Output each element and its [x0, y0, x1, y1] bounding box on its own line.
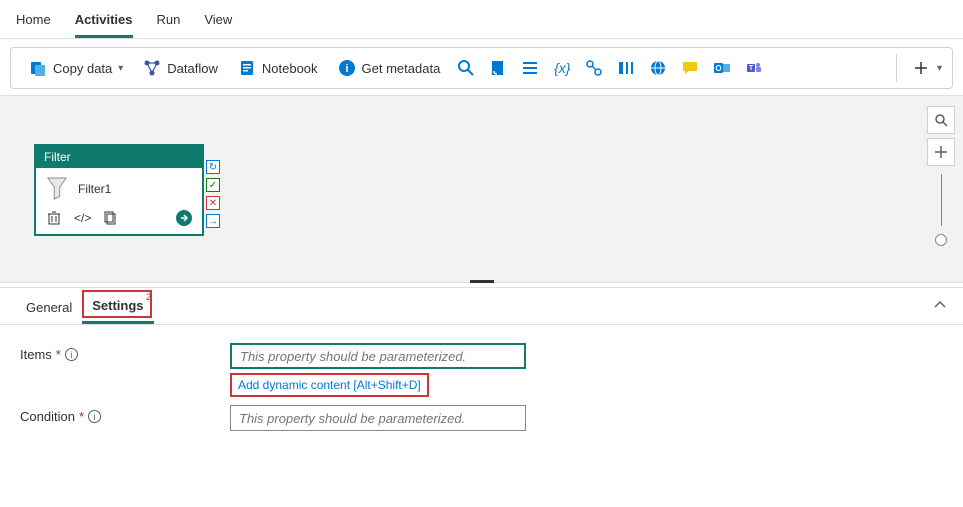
- link-nodes-icon: [585, 59, 603, 77]
- copy-data-icon: [29, 59, 47, 77]
- get-metadata-button[interactable]: i Get metadata: [330, 55, 449, 81]
- funnel-icon: [46, 176, 68, 202]
- activities-toolbar: Copy data ▾ Dataflow Notebook i Get meta…: [10, 47, 953, 89]
- outlook-icon: O: [713, 59, 731, 77]
- condition-input[interactable]: [230, 405, 526, 431]
- required-marker: *: [79, 409, 84, 424]
- outlook-icon-button[interactable]: O: [708, 54, 736, 82]
- search-icon: [457, 59, 475, 77]
- zoom-slider-handle[interactable]: [935, 234, 947, 246]
- properties-tab-bar: General Settings 2: [0, 288, 963, 325]
- port-failure[interactable]: ✕: [206, 196, 220, 210]
- zoom-slider-track: [941, 174, 942, 226]
- chevron-down-icon: ▾: [118, 63, 123, 74]
- run-node-button[interactable]: [176, 210, 192, 226]
- filter-activity-node[interactable]: Filter Filter1 </> ↻ ✓ ✕: [34, 144, 204, 236]
- teams-icon: T: [745, 59, 763, 77]
- list-icon-button[interactable]: [516, 54, 544, 82]
- search-icon: [934, 113, 948, 127]
- items-input[interactable]: [230, 343, 526, 369]
- port-skip[interactable]: →: [206, 214, 220, 228]
- condition-info-button[interactable]: i: [88, 410, 101, 423]
- node-name-label: Filter1: [78, 182, 111, 196]
- copy-data-button[interactable]: Copy data ▾: [21, 55, 131, 81]
- tab-run[interactable]: Run: [157, 6, 181, 38]
- copy-button[interactable]: [102, 210, 118, 226]
- script-icon: [489, 59, 507, 77]
- chat-icon: [681, 59, 699, 77]
- canvas-tools: [927, 106, 955, 246]
- condition-label: Condition: [20, 409, 75, 424]
- port-pending[interactable]: ↻: [206, 160, 220, 174]
- plus-icon: [913, 60, 929, 76]
- link-icon-button[interactable]: [580, 54, 608, 82]
- script-icon-button[interactable]: [484, 54, 512, 82]
- dataflow-icon: [143, 59, 161, 77]
- align-icon-button[interactable]: [612, 54, 640, 82]
- tab-activities[interactable]: Activities: [75, 6, 133, 38]
- notebook-label: Notebook: [262, 61, 318, 76]
- required-marker: *: [56, 347, 61, 362]
- notebook-icon: [238, 59, 256, 77]
- svg-text:i: i: [345, 63, 348, 75]
- variable-icon: {x}: [554, 60, 570, 76]
- notebook-button[interactable]: Notebook: [230, 55, 326, 81]
- tab-settings[interactable]: Settings: [82, 288, 153, 324]
- delete-button[interactable]: [46, 210, 62, 226]
- add-dynamic-content-link[interactable]: Add dynamic content [Alt+Shift+D]: [230, 373, 429, 397]
- align-icon: [617, 59, 635, 77]
- canvas-search-button[interactable]: [927, 106, 955, 134]
- dataflow-label: Dataflow: [167, 61, 218, 76]
- top-tab-bar: Home Activities Run View: [0, 0, 963, 39]
- settings-badge: 2: [146, 292, 151, 302]
- dataflow-button[interactable]: Dataflow: [135, 55, 226, 81]
- properties-panel: General Settings 2 Items * i Add dynamic…: [0, 287, 963, 457]
- port-success[interactable]: ✓: [206, 178, 220, 192]
- settings-form: Items * i Add dynamic content [Alt+Shift…: [0, 325, 963, 457]
- items-label: Items: [20, 347, 52, 362]
- tab-home[interactable]: Home: [16, 6, 51, 38]
- items-info-button[interactable]: i: [65, 348, 78, 361]
- pipeline-canvas[interactable]: Filter Filter1 </> ↻ ✓ ✕: [0, 95, 963, 283]
- list-icon: [521, 59, 539, 77]
- tab-view[interactable]: View: [204, 6, 232, 38]
- chat-icon-button[interactable]: [676, 54, 704, 82]
- variable-icon-button[interactable]: {x}: [548, 54, 576, 82]
- info-icon: i: [338, 59, 356, 77]
- copy-data-label: Copy data: [53, 61, 112, 76]
- search-icon-button[interactable]: [452, 54, 480, 82]
- node-type-label: Filter: [36, 146, 202, 168]
- svg-text:O: O: [716, 64, 722, 73]
- collapse-panel-button[interactable]: [933, 298, 947, 312]
- add-activity-button[interactable]: [907, 54, 935, 82]
- teams-icon-button[interactable]: T: [740, 54, 768, 82]
- copy-icon: [102, 210, 118, 226]
- tab-general[interactable]: General: [16, 290, 82, 323]
- canvas-add-button[interactable]: [927, 138, 955, 166]
- svg-text:T: T: [749, 65, 754, 72]
- globe-icon-button[interactable]: [644, 54, 672, 82]
- chevron-down-icon[interactable]: ▾: [937, 63, 942, 74]
- node-output-ports: ↻ ✓ ✕ →: [206, 160, 220, 228]
- plus-icon: [934, 145, 948, 159]
- panel-splitter[interactable]: [0, 283, 963, 287]
- arrow-right-icon: [179, 213, 189, 223]
- code-button[interactable]: </>: [74, 210, 90, 226]
- get-metadata-label: Get metadata: [362, 61, 441, 76]
- code-icon: </>: [74, 211, 91, 225]
- chevron-up-icon: [933, 298, 947, 312]
- trash-icon: [46, 210, 62, 226]
- globe-icon: [649, 59, 667, 77]
